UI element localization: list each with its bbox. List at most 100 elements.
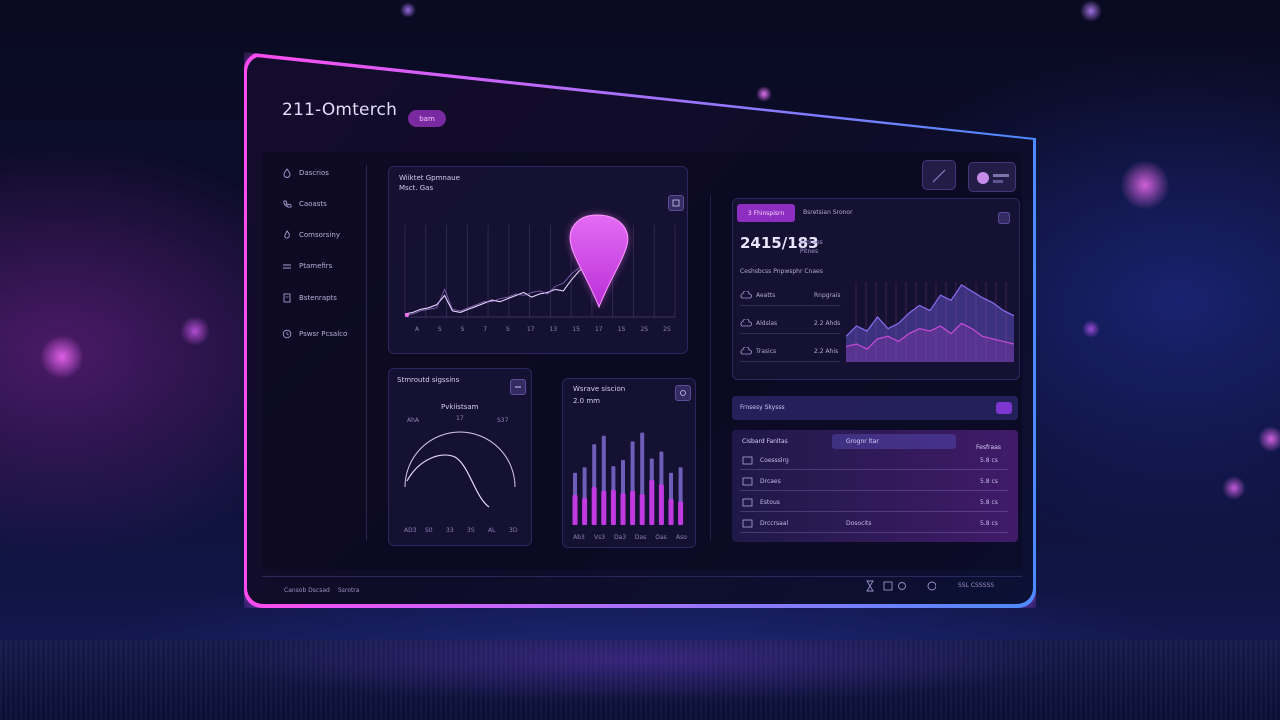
gauge-card: Stmroutd sigssins Pvkiistsam 17 AhA S37 …	[388, 368, 532, 546]
flame-icon	[284, 230, 290, 239]
gauge-tick-label: 3S	[467, 527, 475, 534]
table-section-action-button[interactable]	[996, 402, 1012, 414]
bar-highlight	[668, 499, 674, 525]
table-cell-name[interactable]: Drcaes	[760, 478, 781, 485]
bar-tick-label: Aso	[676, 534, 687, 541]
stats-big-sub: Sroraes Pitnes	[800, 238, 823, 256]
bar-group	[649, 458, 655, 525]
bar-group	[639, 432, 645, 525]
sidebar-item-bstenrapts[interactable]: Bstenrapts	[282, 291, 337, 305]
location-pin-icon[interactable]	[569, 214, 629, 309]
stats-row-label: Aeatts	[756, 292, 776, 299]
table-cell-value: 5.8 cs	[980, 457, 998, 464]
tab-fhinspisrn[interactable]: 3 Fhinspisrn	[737, 204, 795, 222]
table-section-header: Frnsesy Skysss	[732, 396, 1018, 420]
gauge-tick-label: AL	[488, 527, 496, 534]
row-divider	[740, 333, 840, 334]
profile-button[interactable]	[968, 162, 1016, 192]
x-tick-label: 17	[527, 326, 535, 333]
bar-group	[678, 467, 684, 525]
sidebar-item-caoasts[interactable]: Caoasts	[282, 197, 327, 211]
table-header-1: Cisbard Fanltas	[742, 438, 788, 445]
image-icon[interactable]	[883, 581, 893, 591]
bar-group	[572, 472, 578, 525]
sidebar-divider	[366, 165, 367, 540]
table-header-2[interactable]: Grognr ltar	[846, 438, 879, 445]
table-row-divider	[740, 511, 1008, 512]
sidebar-item-dascrios[interactable]: Dascrios	[282, 166, 329, 180]
row-divider	[740, 305, 840, 306]
x-tick-label: 7	[483, 326, 487, 333]
tab-bsretsian-sronor[interactable]: Bsretsian Sronor	[803, 209, 853, 216]
bokeh-light	[1120, 160, 1170, 210]
main-line-chart: A S S 7 S 17 13 15 17 1S 2S 2S	[404, 214, 676, 333]
gauge-tick-label: S0	[425, 527, 433, 534]
bokeh-light	[180, 316, 210, 346]
cloud-icon	[740, 291, 752, 299]
table-cell-value: 5.8 cs	[980, 478, 998, 485]
stats-row-value: 2.2 Ahis	[814, 348, 839, 355]
sidebar-item-ptamefirs[interactable]: Ptamefirs	[282, 259, 332, 273]
stats-row-label: Trasics	[756, 348, 777, 355]
stats-caption: Ceshsbcss Pnpwsphr Cnaes	[740, 268, 823, 275]
bar-highlight	[649, 480, 655, 525]
table-cell-value: 5.8 cs	[980, 520, 998, 527]
gauge-tick-label: 3D	[509, 527, 518, 534]
bar-tick-label: Das	[635, 534, 646, 541]
stats-options-button[interactable]	[998, 212, 1010, 224]
bokeh-light	[40, 335, 84, 379]
chat-icon	[742, 477, 753, 486]
bar-tick-label: Da3	[614, 534, 626, 541]
table-cell-name[interactable]: Drccrsaal	[760, 520, 788, 527]
pen-icon	[932, 169, 946, 183]
bokeh-light	[1222, 476, 1246, 500]
sidebar-item-comsorsiny[interactable]: Comsorsiny	[282, 228, 340, 242]
gauge-tick-label: AD3	[404, 527, 417, 534]
clock-icon	[282, 329, 292, 339]
footer-left-sub: Ssrotra	[338, 587, 360, 594]
list-icon	[283, 264, 291, 269]
stats-row-value: 2.2 Ahds	[814, 320, 841, 327]
line-series	[404, 261, 588, 316]
area-chart	[846, 282, 1014, 362]
edit-button[interactable]	[922, 160, 956, 190]
list-icon	[742, 456, 753, 465]
column-divider	[710, 195, 711, 540]
bar-highlight	[591, 487, 597, 525]
bar-group	[610, 466, 616, 525]
sidebar-item-label: Dascrios	[299, 169, 329, 177]
bokeh-light	[400, 2, 416, 18]
row-divider	[740, 361, 840, 362]
gauge-tick-label: 33	[446, 527, 454, 534]
floor-surface	[0, 640, 1280, 720]
x-tick-label: 2S	[663, 326, 671, 333]
sidebar-item-pswsr-pcsalco[interactable]: Pswsr Pcsalco	[282, 327, 347, 341]
table-row-divider	[740, 490, 1008, 491]
bar-chart: Ab3 Vs3 Da3 Das Oas Aso	[572, 432, 687, 541]
hourglass-icon[interactable]	[866, 580, 874, 592]
bar-highlight	[601, 490, 607, 525]
document-icon	[742, 519, 753, 528]
bar-tick-label: Ab3	[573, 534, 585, 541]
start-point	[405, 313, 409, 317]
table-cell-name[interactable]: Estous	[760, 499, 780, 506]
gauge-chart	[404, 431, 516, 508]
bar-highlight	[639, 494, 645, 525]
table-section-title: Frnsesy Skysss	[740, 404, 785, 411]
bokeh-light	[1082, 320, 1100, 338]
settings-icon[interactable]	[898, 582, 906, 590]
droplet-icon	[283, 168, 291, 178]
table-row-divider	[740, 532, 1008, 533]
bar-tick-label: Vs3	[594, 534, 605, 541]
x-tick-label: S	[461, 326, 465, 333]
x-tick-label: A	[415, 326, 420, 333]
footer-icons	[866, 580, 936, 592]
table-cell-name[interactable]: Coessslrg	[760, 457, 789, 464]
bar-highlight	[572, 495, 578, 525]
header-badge[interactable]: bam	[408, 110, 446, 127]
sidebar-item-label: Bstenrapts	[299, 294, 337, 302]
bar-highlight	[678, 501, 684, 525]
globe-icon[interactable]	[927, 581, 936, 591]
bar-highlight	[610, 490, 616, 525]
user-icon	[977, 172, 1009, 184]
